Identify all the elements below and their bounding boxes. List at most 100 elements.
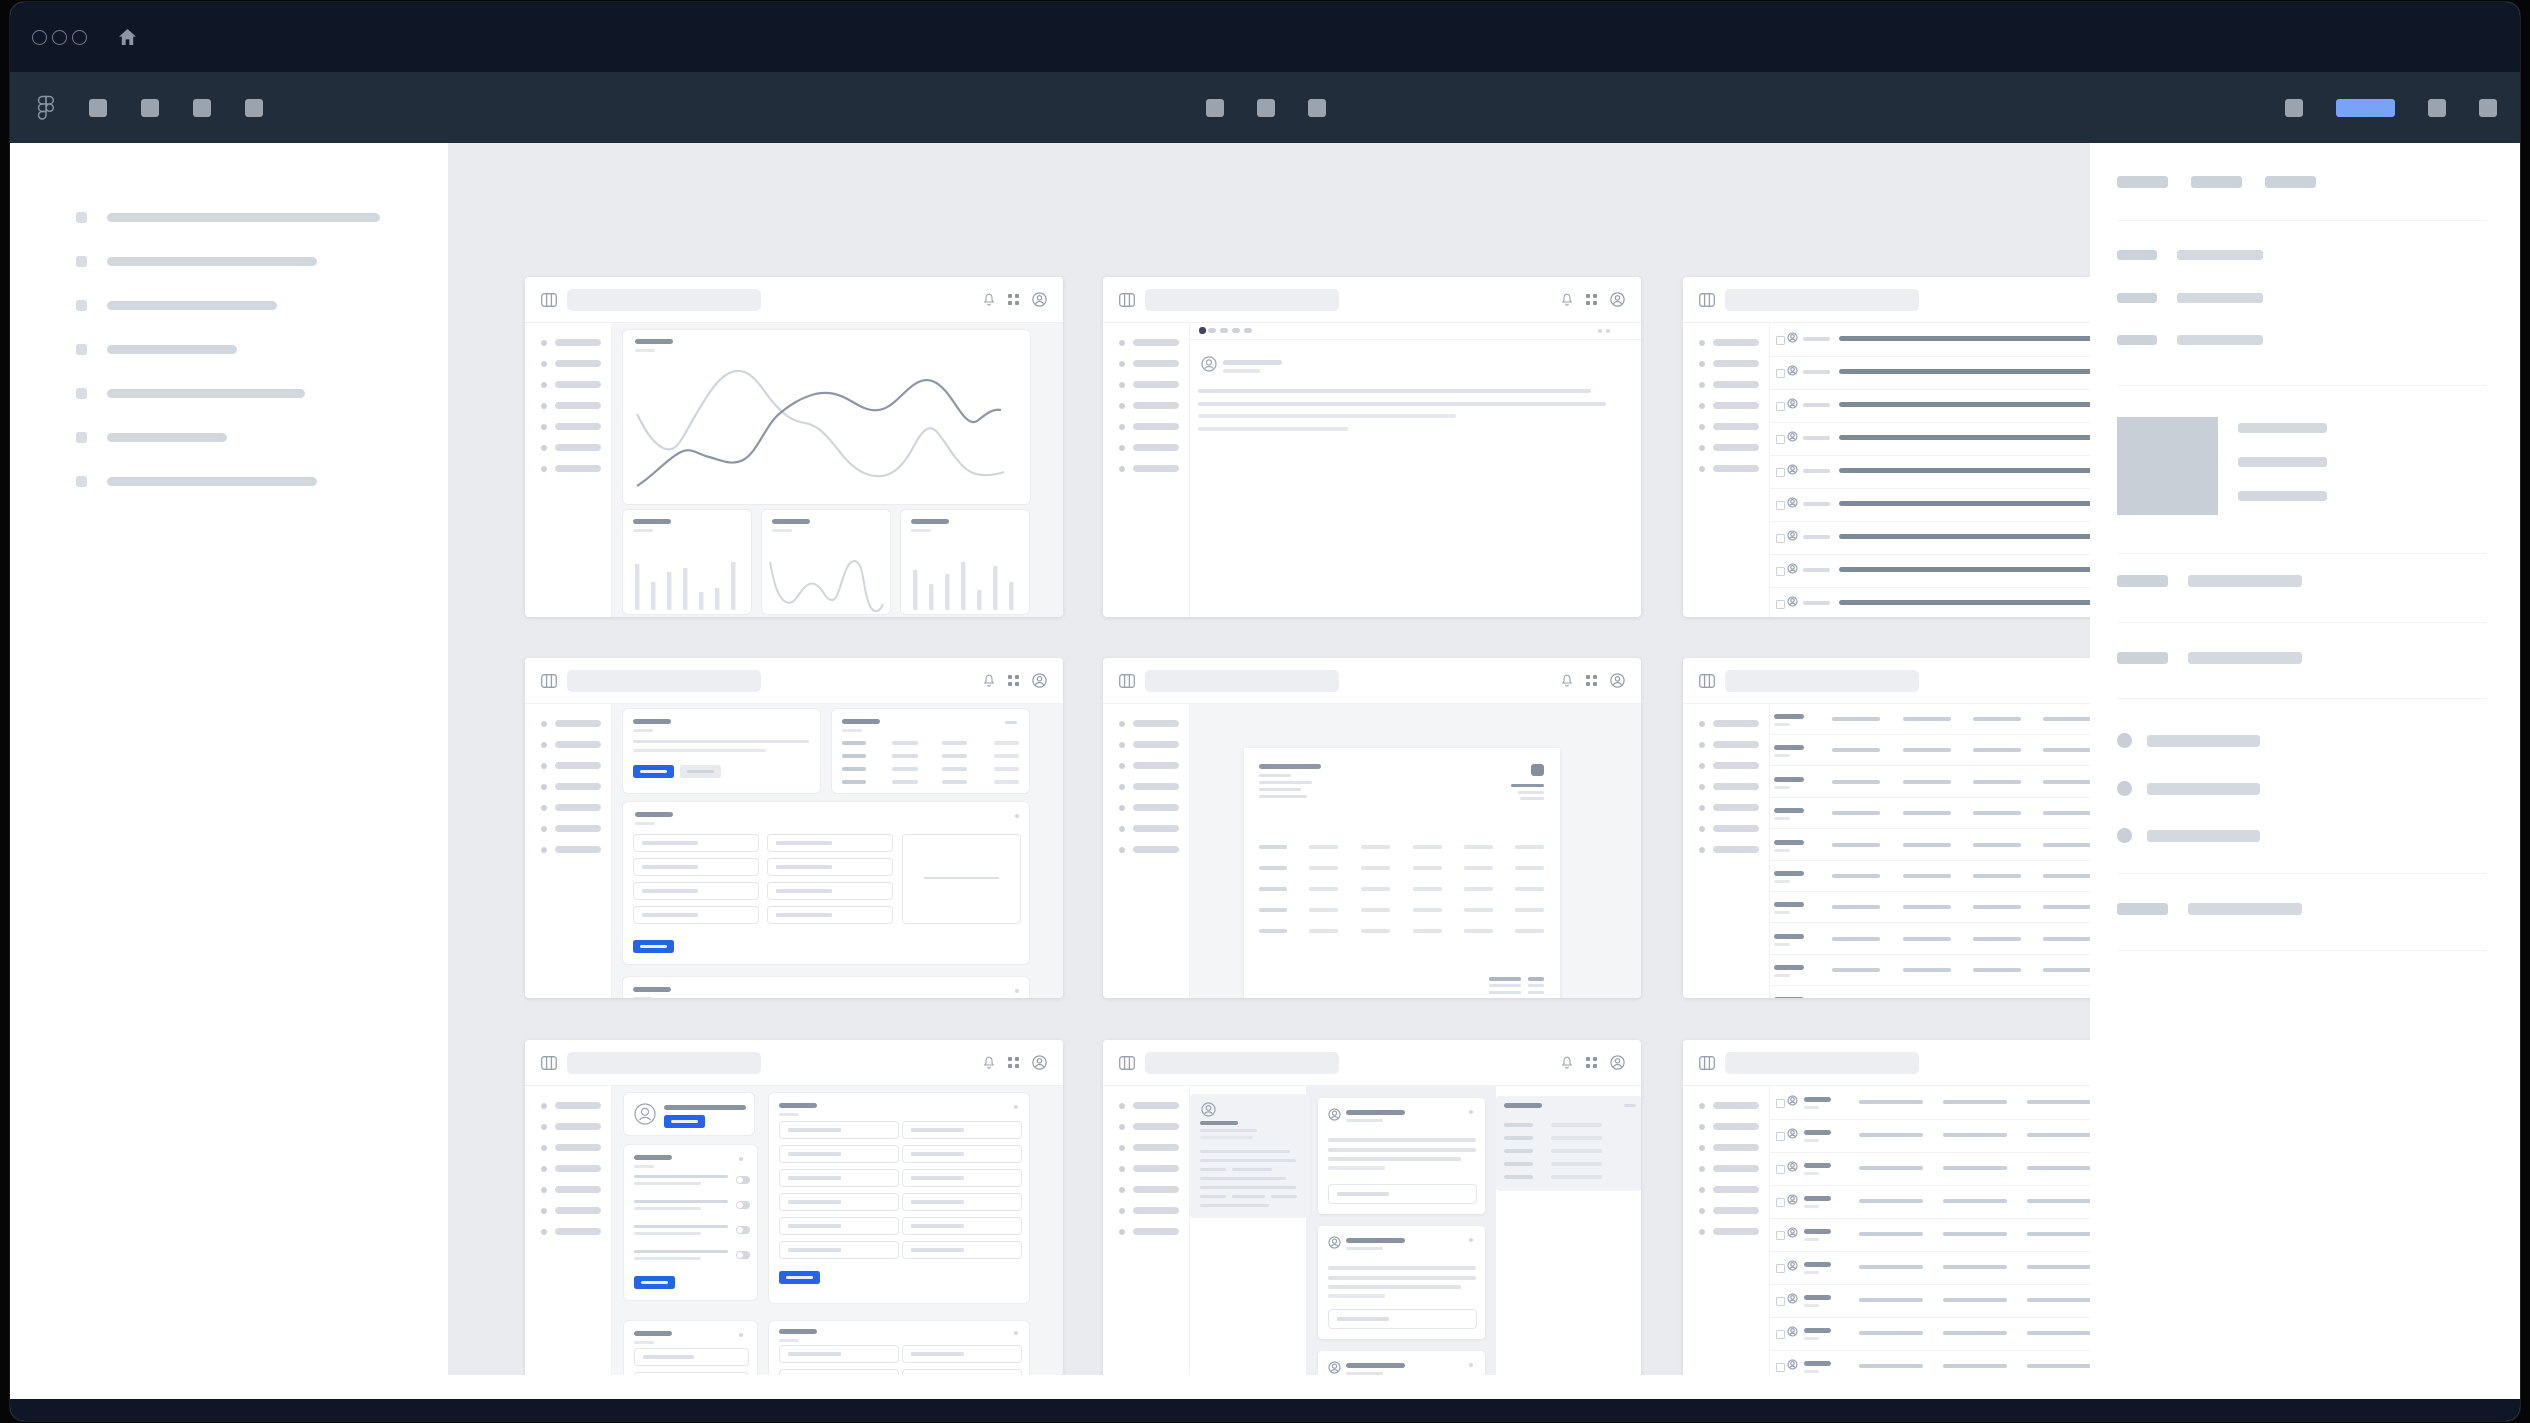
mini-nav-item — [525, 797, 611, 818]
radio-dot-icon[interactable] — [2117, 781, 2132, 796]
primary-button — [779, 1271, 820, 1284]
mini-nav-item — [1103, 1221, 1189, 1242]
input-field — [779, 1193, 899, 1211]
user-circle-icon — [1032, 1055, 1047, 1070]
layer-list-item[interactable] — [10, 371, 448, 415]
layer-list-item[interactable] — [10, 415, 448, 459]
frame-thumbnail-user-table[interactable] — [1683, 1040, 2090, 1375]
frame-thumbnail-profile-settings[interactable] — [525, 1040, 1063, 1375]
mini-content — [1190, 704, 1641, 998]
feed-post-card — [1318, 1098, 1485, 1214]
window-control-circle[interactable] — [32, 30, 47, 45]
design-canvas[interactable] — [448, 143, 2090, 1399]
cell-bar — [1832, 717, 1880, 721]
nav-label-bar — [1713, 1165, 1759, 1172]
nav-dot-icon — [541, 805, 547, 811]
tool-button[interactable] — [141, 99, 159, 117]
mini-search-bar — [1145, 289, 1339, 311]
meta-bar — [1804, 1172, 1819, 1175]
sender-meta-bar — [1223, 369, 1260, 373]
window-control-circle[interactable] — [72, 30, 87, 45]
frame-thumbnail-settings-form[interactable] — [525, 658, 1063, 998]
columns-icon — [1699, 674, 1715, 688]
nav-dot-icon — [1119, 1208, 1125, 1214]
menu-dot-icon — [1014, 1331, 1018, 1335]
frame-thumbnail-dashboard[interactable] — [525, 277, 1063, 617]
figma-logo-icon[interactable] — [37, 95, 55, 121]
frame-thumbnail-mail-detail[interactable] — [1103, 277, 1641, 617]
home-icon[interactable] — [118, 28, 137, 46]
input-field — [779, 1345, 899, 1363]
cell-bar — [1903, 811, 1951, 815]
toggle-switch — [736, 1251, 750, 1259]
cell-bar — [1943, 1331, 2007, 1335]
bell-icon — [983, 293, 995, 306]
cell-bar — [1832, 905, 1880, 909]
row-title-bar — [1774, 714, 1804, 719]
user-avatar-icon — [1201, 356, 1217, 372]
input-field — [767, 882, 893, 900]
layer-list-item[interactable] — [10, 195, 448, 239]
post-line-bar — [1328, 1294, 1385, 1298]
tool-button[interactable] — [193, 99, 211, 117]
tool-button[interactable] — [2428, 99, 2446, 117]
toolbar-square — [1199, 327, 1206, 334]
nav-dot-icon — [1119, 382, 1125, 388]
user-avatar-icon — [1328, 1361, 1341, 1374]
frame-thumbnail-invoice[interactable] — [1103, 658, 1641, 998]
inspector-tab[interactable] — [2265, 176, 2316, 188]
frame-thumbnail-mail-list[interactable] — [1683, 277, 2090, 617]
stat-card — [761, 509, 891, 615]
window-control-circle[interactable] — [52, 30, 67, 45]
cell-bar — [1943, 1133, 2007, 1137]
inspector-tab[interactable] — [2191, 176, 2242, 188]
nav-dot-icon — [1699, 763, 1705, 769]
tool-button[interactable] — [1257, 99, 1275, 117]
card-subtitle-bar — [635, 822, 655, 825]
mini-nav-item — [1683, 713, 1769, 734]
tool-button[interactable] — [1206, 99, 1224, 117]
layer-list-item[interactable] — [10, 283, 448, 327]
layer-list-item[interactable] — [10, 459, 448, 503]
table-card — [831, 708, 1030, 794]
radio-dot-icon[interactable] — [2117, 733, 2132, 748]
widget-cell-bar — [1504, 1175, 1533, 1179]
nav-label-bar — [1713, 360, 1759, 367]
layer-list-item[interactable] — [10, 327, 448, 371]
nav-dot-icon — [1699, 805, 1705, 811]
layer-list-item[interactable] — [10, 239, 448, 283]
input-field — [767, 834, 893, 852]
setting-line-bar — [634, 1232, 701, 1235]
mini-topbar — [1683, 658, 2090, 704]
tool-button[interactable] — [89, 99, 107, 117]
mini-search-bar — [567, 1052, 761, 1074]
stat-card — [622, 509, 752, 615]
radio-dot-icon[interactable] — [2117, 828, 2132, 843]
cell-bar — [2027, 1298, 2090, 1302]
user-avatar-icon — [1328, 1236, 1341, 1249]
frame-thumbnail-data-table[interactable] — [1683, 658, 2090, 998]
columns-icon — [1119, 1056, 1135, 1070]
tool-button[interactable] — [2285, 99, 2303, 117]
tool-button[interactable] — [1308, 99, 1326, 117]
tool-button[interactable] — [245, 99, 263, 117]
subject-bar — [1839, 534, 2090, 539]
canvas-surface[interactable] — [448, 143, 2090, 1375]
card-title-bar — [772, 519, 810, 524]
user-avatar-icon — [1201, 1102, 1216, 1117]
cell-bar — [1903, 905, 1951, 909]
nav-label-bar — [1713, 1144, 1759, 1151]
share-button[interactable] — [2336, 99, 2395, 117]
layers-sidebar — [10, 143, 448, 1399]
cell-bar — [1859, 1133, 1923, 1137]
subject-bar — [1839, 402, 2090, 407]
tool-button[interactable] — [2479, 99, 2497, 117]
document-card — [1244, 748, 1560, 998]
input-field — [634, 1372, 749, 1375]
nav-label-bar — [1133, 783, 1179, 790]
meta-bar — [1804, 1271, 1819, 1274]
nav-label-bar — [1713, 444, 1759, 451]
frame-thumbnail-social-feed[interactable] — [1103, 1040, 1641, 1375]
inspector-tab[interactable] — [2117, 176, 2168, 188]
row-meta-bar — [1774, 817, 1790, 820]
